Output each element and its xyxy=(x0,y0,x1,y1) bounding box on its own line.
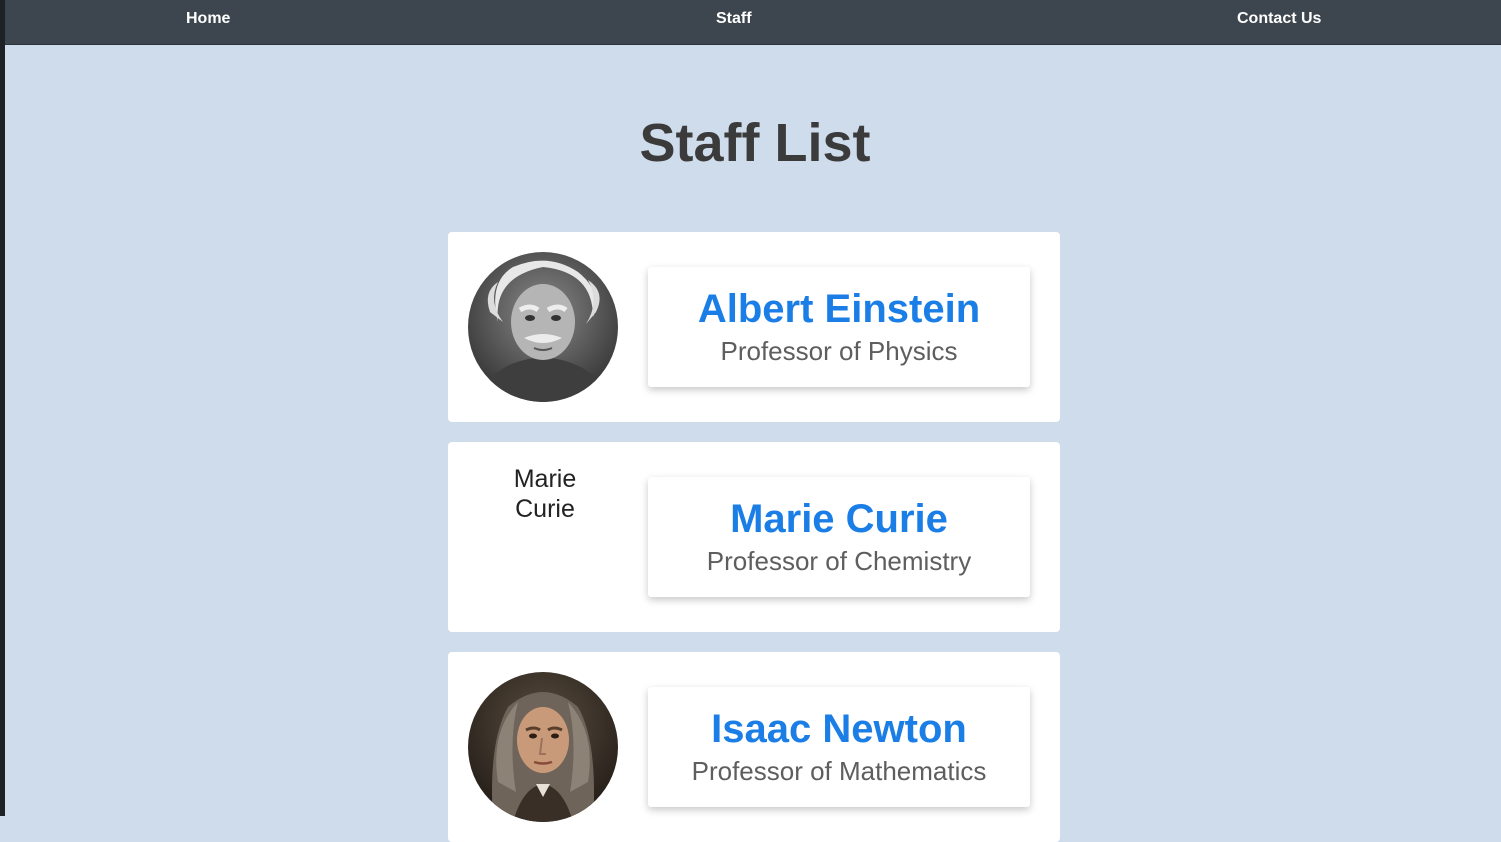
staff-info-box: Marie Curie Professor of Chemistry xyxy=(648,477,1030,597)
staff-photo-einstein xyxy=(468,252,618,402)
staff-card: Marie Curie Marie Curie Professor of Che… xyxy=(448,442,1060,632)
staff-card: Isaac Newton Professor of Mathematics xyxy=(448,652,1060,842)
staff-name-link[interactable]: Marie Curie xyxy=(648,495,1030,543)
page-title: Staff List xyxy=(639,113,871,173)
staff-role: Professor of Physics xyxy=(720,336,958,366)
staff-photo-newton xyxy=(468,672,618,822)
staff-role: Professor of Chemistry xyxy=(706,546,972,576)
staff-card: Albert Einstein Professor of Physics xyxy=(448,232,1060,422)
nav-contact-link[interactable]: Contact Us xyxy=(1237,10,1321,28)
staff-info-box: Albert Einstein Professor of Physics xyxy=(648,267,1030,387)
staff-photo-alt-text: Marie Curie xyxy=(513,465,577,523)
staff-name-link[interactable]: Albert Einstein xyxy=(648,285,1030,333)
nav-home-link[interactable]: Home xyxy=(186,10,230,28)
nav-staff-link[interactable]: Staff xyxy=(716,10,752,28)
staff-info-box: Isaac Newton Professor of Mathematics xyxy=(648,687,1030,807)
top-navbar: Home Staff Contact Us xyxy=(5,0,1501,45)
staff-name-link[interactable]: Isaac Newton xyxy=(648,705,1030,753)
staff-role: Professor of Mathematics xyxy=(691,756,987,786)
